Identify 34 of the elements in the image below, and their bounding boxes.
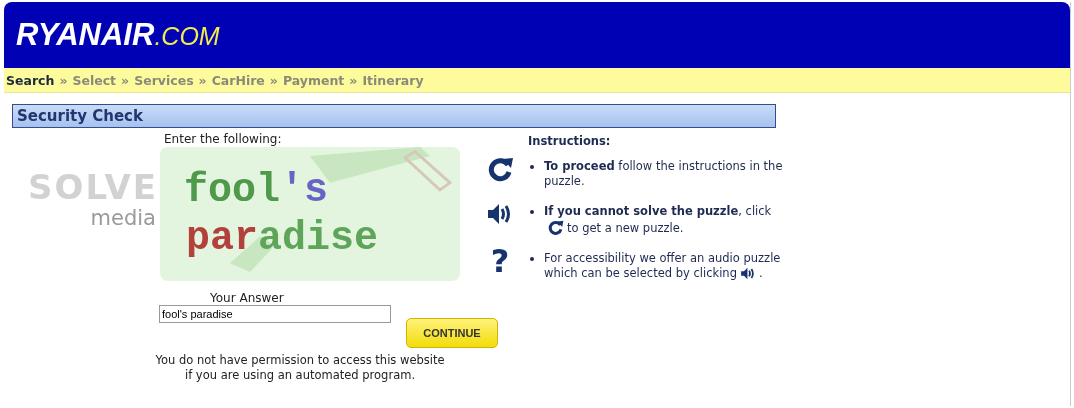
instruction-text: If you cannot solve the puzzle, click <box>544 204 772 219</box>
notice-text: if you are using an automated program. <box>184 368 416 383</box>
answer-field[interactable]: fool's paradise <box>159 305 391 323</box>
breadcrumb-separator: » <box>269 72 278 88</box>
captcha-text: par <box>186 216 258 261</box>
help-button[interactable]: ? <box>490 245 510 277</box>
instruction-text: . <box>758 266 763 281</box>
speaker-icon <box>739 266 756 281</box>
captcha-prompt: Enter the following: <box>164 132 283 146</box>
instruction-text: To proceed follow the instructions in the <box>544 159 783 174</box>
instructions-title: Instructions: <box>528 134 612 149</box>
instruction-text: to get a new puzzle. <box>567 221 684 236</box>
captcha-text: fool <box>184 168 280 213</box>
bullet-icon <box>530 257 534 261</box>
notice-text: You do not have permission to access this website <box>155 353 445 368</box>
captcha-text: adise <box>258 216 379 261</box>
breadcrumb-step[interactable]: Search <box>6 72 55 88</box>
captcha-text: 's <box>280 168 329 213</box>
bullet-icon <box>530 210 534 214</box>
refresh-icon[interactable] <box>486 155 514 183</box>
refresh-icon <box>547 219 564 236</box>
provider-logo-subtext: media <box>90 206 156 230</box>
answer-label: Your Answer <box>210 291 285 305</box>
section-title: Security Check <box>12 104 776 128</box>
instruction-text: For accessibility we offer an audio puzzle <box>544 251 781 266</box>
breadcrumb-separator: » <box>59 72 68 88</box>
continue-button[interactable]: CONTINUE <box>406 318 498 348</box>
instruction-text: puzzle. <box>544 174 585 189</box>
breadcrumb-separator: » <box>198 72 207 88</box>
logo[interactable]: RYANAIR.COM <box>16 17 220 53</box>
breadcrumb-separator: » <box>121 72 130 88</box>
bullet-icon <box>530 165 534 169</box>
breadcrumb-separator: » <box>349 72 358 88</box>
instruction-text: which can be selected by clicking <box>544 266 737 281</box>
